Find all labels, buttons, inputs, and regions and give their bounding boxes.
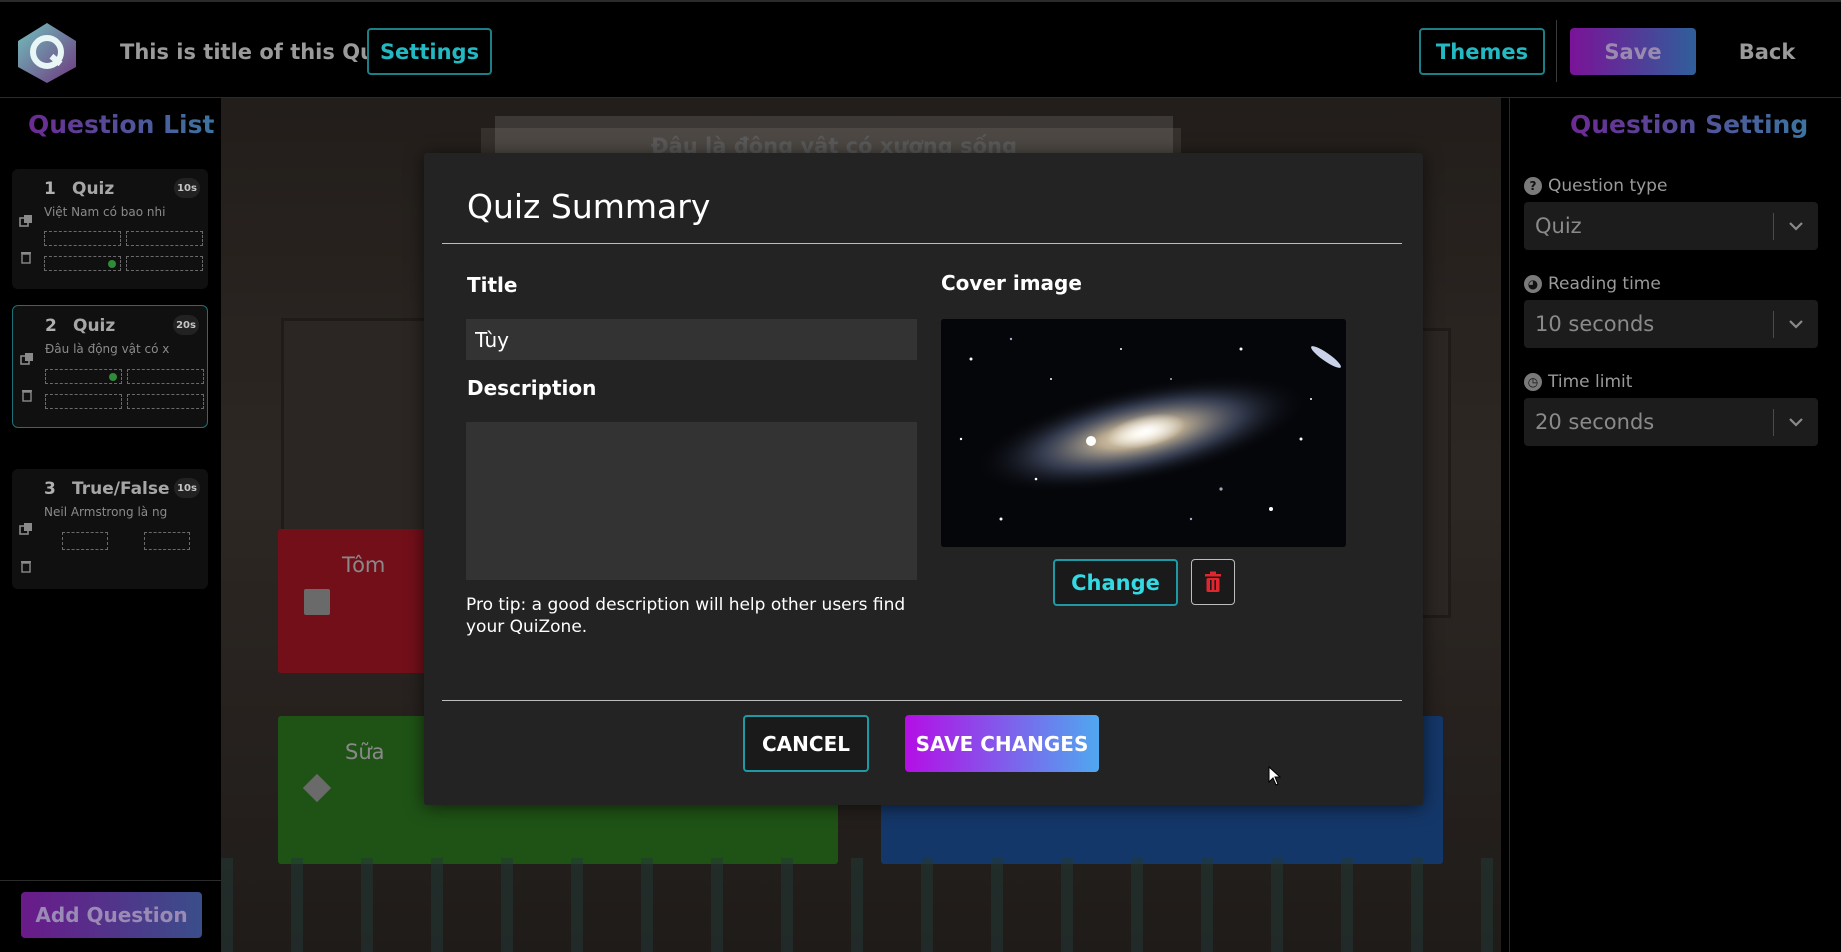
modal-divider <box>442 700 1402 701</box>
time-limit-value: 20 seconds <box>1535 410 1655 434</box>
answer-slot <box>127 394 204 409</box>
question-type-value: Quiz <box>1535 214 1582 238</box>
question-number: 2 <box>45 316 57 336</box>
cancel-button[interactable]: CANCEL <box>743 715 869 772</box>
delete-icon[interactable] <box>19 387 35 403</box>
description-label: Description <box>467 376 597 400</box>
answer-slot-correct <box>45 369 122 384</box>
time-limit-select[interactable]: 20 seconds <box>1524 398 1818 446</box>
question-text: Neil Armstrong là ng <box>44 505 168 519</box>
sidebar-divider <box>0 880 221 881</box>
chevron-down-icon <box>1789 222 1803 231</box>
select-separator <box>1773 409 1774 436</box>
save-changes-button[interactable]: SAVE CHANGES <box>905 715 1099 772</box>
question-time-badge: 10s <box>174 178 200 198</box>
select-separator <box>1773 213 1774 240</box>
reading-time-label: ◕ Reading time <box>1524 274 1661 294</box>
answer-slot <box>126 256 203 271</box>
title-label: Title <box>467 273 518 297</box>
question-card-2[interactable]: 2 Quiz 20s Đâu là động vật có x <box>12 305 208 428</box>
modal-divider <box>442 243 1402 244</box>
chevron-down-icon <box>1789 320 1803 329</box>
reading-time-label-text: Reading time <box>1548 274 1661 294</box>
answer-slot <box>126 231 203 246</box>
duplicate-icon[interactable] <box>18 213 34 229</box>
duplicate-icon[interactable] <box>18 521 34 537</box>
app-logo[interactable] <box>14 21 80 85</box>
chevron-down-icon <box>1789 418 1803 427</box>
question-setting-heading: Question Setting <box>1570 110 1809 139</box>
pro-tip: Pro tip: a good description will help ot… <box>466 595 906 637</box>
answer-slot-correct <box>44 256 121 271</box>
reading-head-icon: ◕ <box>1524 275 1542 293</box>
select-separator <box>1773 311 1774 338</box>
clock-icon: ◷ <box>1524 373 1542 391</box>
cover-image <box>941 319 1346 547</box>
answer-slot <box>44 231 121 246</box>
question-time-badge: 20s <box>173 315 199 335</box>
question-type-label-text: Question type <box>1548 176 1668 196</box>
question-card-1[interactable]: 1 Quiz 10s Việt Nam có bao nhi <box>12 169 208 289</box>
save-button[interactable]: Save <box>1570 28 1696 75</box>
question-list-heading: Question List <box>28 110 215 139</box>
delete-icon[interactable] <box>18 558 34 574</box>
question-list-panel: Question List 1 Quiz 10s Việt Nam có bao… <box>0 98 221 952</box>
add-question-button[interactable]: Add Question <box>21 892 202 938</box>
quiz-title: This is title of this Quiz <box>120 40 395 64</box>
question-number: 1 <box>44 179 56 199</box>
time-limit-label-text: Time limit <box>1548 372 1633 392</box>
change-cover-button[interactable]: Change <box>1053 559 1178 606</box>
answer-slot <box>45 394 122 409</box>
duplicate-icon[interactable] <box>19 351 35 367</box>
question-type-select[interactable]: Quiz <box>1524 202 1818 250</box>
question-text: Việt Nam có bao nhi <box>44 205 166 219</box>
title-input[interactable] <box>466 319 917 360</box>
reading-time-value: 10 seconds <box>1535 312 1655 336</box>
time-limit-label: ◷ Time limit <box>1524 372 1632 392</box>
answer-slot <box>62 532 108 550</box>
back-button[interactable]: Back <box>1720 28 1814 75</box>
trash-icon <box>1205 571 1221 592</box>
top-bar: This is title of this Quiz Settings Them… <box>0 0 1841 98</box>
description-input[interactable] <box>466 422 917 580</box>
answer-slot <box>127 369 204 384</box>
question-type: Quiz <box>72 179 115 199</box>
mouse-cursor-icon <box>1268 766 1282 786</box>
cover-image-label: Cover image <box>941 271 1082 295</box>
settings-button[interactable]: Settings <box>367 28 492 75</box>
question-type: True/False <box>72 479 170 499</box>
correct-dot <box>109 373 117 381</box>
answer-slot <box>144 532 190 550</box>
question-setting-panel: Question Setting ? Question type Quiz ◕ … <box>1509 98 1841 952</box>
question-type-label: ? Question type <box>1524 176 1667 196</box>
delete-icon[interactable] <box>18 249 34 265</box>
quiz-summary-modal: Quiz Summary Title Description Pro tip: … <box>424 153 1423 805</box>
question-text: Đâu là động vật có x <box>45 342 170 356</box>
modal-title: Quiz Summary <box>467 187 711 226</box>
correct-dot <box>108 260 116 268</box>
reading-time-select[interactable]: 10 seconds <box>1524 300 1818 348</box>
question-card-3[interactable]: 3 True/False 10s Neil Armstrong là ng <box>12 469 208 589</box>
question-type: Quiz <box>73 316 116 336</box>
help-icon: ? <box>1524 177 1542 195</box>
question-number: 3 <box>44 479 56 499</box>
topbar-divider <box>1556 20 1557 82</box>
themes-button[interactable]: Themes <box>1419 28 1545 75</box>
question-time-badge: 10s <box>174 478 200 498</box>
delete-cover-button[interactable] <box>1191 559 1235 605</box>
